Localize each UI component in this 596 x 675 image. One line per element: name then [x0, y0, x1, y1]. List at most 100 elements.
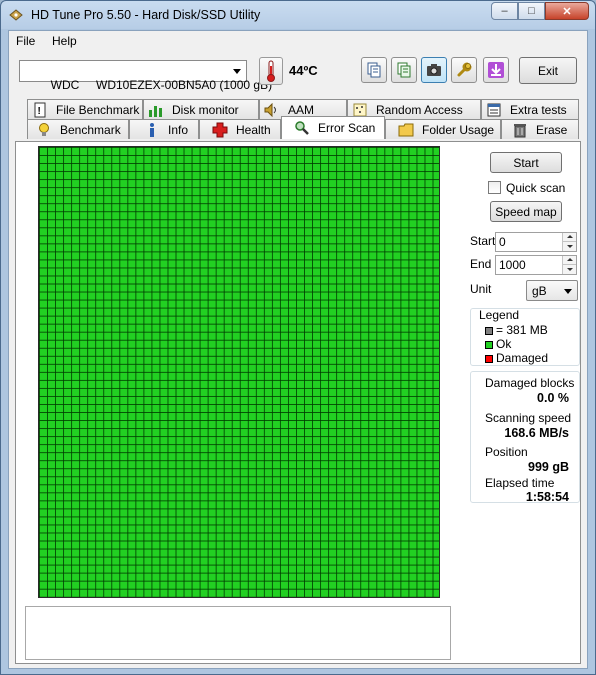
tab-benchmark[interactable]: Benchmark	[27, 119, 129, 139]
scan-grid-ok-blocks	[39, 147, 439, 597]
start-value: 0	[499, 235, 506, 249]
folder-icon	[398, 122, 414, 138]
copy-green-icon	[397, 62, 411, 78]
chevron-down-icon	[233, 69, 241, 74]
position-label: Position	[485, 445, 528, 459]
close-button[interactable]: ✕	[545, 2, 589, 20]
scan-stats-box: Damaged blocks 0.0 % Scanning speed 168.…	[470, 371, 580, 504]
tab-extra-tests[interactable]: Extra tests	[481, 99, 579, 119]
error-scan-panel: Start Quick scan Speed map Start 0 End 1…	[15, 141, 581, 664]
tab-file-benchmark[interactable]: ! File Benchmark	[27, 99, 143, 119]
lightbulb-icon	[36, 122, 52, 138]
trash-icon	[512, 122, 528, 138]
legend-damaged-swatch	[485, 355, 493, 363]
tab-label: Health	[236, 122, 271, 137]
tab-label: AAM	[288, 102, 315, 117]
tab-disk-monitor[interactable]: Disk monitor	[143, 99, 259, 119]
legend-box: Legend = 381 MB Ok Damaged	[470, 308, 580, 366]
legend-title: Legend	[479, 308, 520, 322]
drive-dropdown[interactable]: WDC WD10EZEX-00BN5A0 (1000 gB)	[19, 60, 272, 92]
exit-button[interactable]: Exit	[519, 57, 577, 84]
elapsed-time-value: 1:58:54	[525, 490, 569, 504]
wrench-icon	[457, 62, 472, 77]
unit-label: Unit	[470, 282, 492, 296]
start-label: Start	[470, 234, 496, 248]
scan-block-map	[38, 146, 440, 598]
toolbar: WDC WD10EZEX-00BN5A0 (1000 gB) 44ºC Exit	[9, 53, 587, 93]
maximize-icon: □	[528, 5, 535, 17]
chevron-down-icon	[564, 289, 572, 294]
window-title: HD Tune Pro 5.50 - Hard Disk/SSD Utility	[31, 8, 261, 22]
close-icon: ✕	[562, 5, 572, 18]
extra-tests-icon	[486, 102, 502, 118]
tab-health[interactable]: Health	[199, 119, 281, 139]
minimize-button[interactable]: –	[491, 2, 518, 20]
menu-file[interactable]: File	[16, 34, 35, 48]
unit-value: gB	[532, 284, 547, 298]
copy-icon	[367, 62, 381, 78]
copy-all-button[interactable]	[391, 57, 417, 83]
tab-label: Info	[168, 122, 189, 137]
tab-label: Benchmark	[60, 122, 121, 137]
menu-help[interactable]: Help	[52, 34, 77, 48]
spin-up-icon[interactable]	[562, 233, 576, 242]
menu-bar: File Help	[9, 31, 587, 51]
position-value: 999 gB	[528, 460, 569, 474]
disk-app-icon	[9, 9, 23, 21]
tab-error-scan[interactable]: Error Scan	[281, 116, 385, 139]
start-spinbox[interactable]: 0	[495, 232, 577, 252]
health-cross-icon	[212, 122, 228, 138]
tab-label: Folder Usage	[422, 122, 495, 137]
elapsed-time-label: Elapsed time	[485, 476, 555, 490]
scanning-speed-label: Scanning speed	[485, 411, 572, 425]
damaged-blocks-label: Damaged blocks	[485, 376, 575, 390]
title-bar[interactable]: HD Tune Pro 5.50 - Hard Disk/SSD Utility…	[1, 1, 595, 29]
app-window: HD Tune Pro 5.50 - Hard Disk/SSD Utility…	[0, 0, 596, 675]
tab-label: Extra tests	[510, 102, 567, 117]
client-area: File Help WDC WD10EZEX-00BN5A0 (1000 gB)…	[8, 30, 588, 669]
unit-dropdown[interactable]: gB	[526, 280, 578, 301]
quick-scan-label: Quick scan	[506, 181, 566, 195]
bar-chart-icon	[148, 102, 164, 118]
options-button[interactable]	[451, 57, 477, 83]
info-icon	[144, 122, 160, 138]
magnifier-icon	[294, 120, 310, 136]
spin-down-icon[interactable]	[562, 265, 576, 274]
end-spinbox[interactable]: 1000	[495, 255, 577, 275]
quick-scan-checkbox[interactable]	[488, 181, 501, 194]
tab-label: Disk monitor	[172, 102, 239, 117]
maximize-button[interactable]: □	[518, 2, 545, 20]
start-button[interactable]: Start	[490, 152, 562, 173]
tab-folder-usage[interactable]: Folder Usage	[385, 119, 501, 139]
drive-dropdown-value: WDC WD10EZEX-00BN5A0 (1000 gB)	[50, 78, 273, 92]
spin-down-icon[interactable]	[562, 242, 576, 251]
camera-icon	[427, 64, 441, 76]
tab-label: Erase	[536, 122, 568, 137]
tab-label: File Benchmark	[56, 102, 140, 117]
damaged-blocks-value: 0.0 %	[537, 391, 569, 405]
legend-ok-swatch	[485, 341, 493, 349]
legend-block-swatch	[485, 327, 493, 335]
tab-label: Error Scan	[318, 121, 376, 135]
tab-erase[interactable]: Erase	[501, 119, 579, 139]
legend-block-size: = 381 MB	[496, 323, 548, 337]
tab-label: Random Access	[376, 102, 463, 117]
scan-log-box[interactable]	[25, 606, 451, 660]
temperature-button[interactable]	[259, 57, 283, 85]
speed-map-button[interactable]: Speed map	[490, 201, 562, 222]
save-button[interactable]	[483, 57, 509, 83]
file-benchmark-icon: !	[32, 102, 48, 118]
speaker-icon	[264, 102, 280, 118]
svg-text:!: !	[38, 106, 41, 117]
screenshot-button[interactable]	[421, 57, 447, 83]
end-label: End	[470, 257, 492, 271]
spin-up-icon[interactable]	[562, 256, 576, 265]
minimize-icon: –	[501, 5, 508, 17]
legend-ok-label: Ok	[496, 337, 512, 351]
download-arrow-icon	[488, 62, 504, 78]
tab-info[interactable]: Info	[129, 119, 199, 139]
copy-text-button[interactable]	[361, 57, 387, 83]
end-value: 1000	[499, 258, 526, 272]
tab-strip: ! File Benchmark Disk monitor AAM Random…	[9, 99, 587, 141]
thermometer-icon	[267, 60, 275, 82]
